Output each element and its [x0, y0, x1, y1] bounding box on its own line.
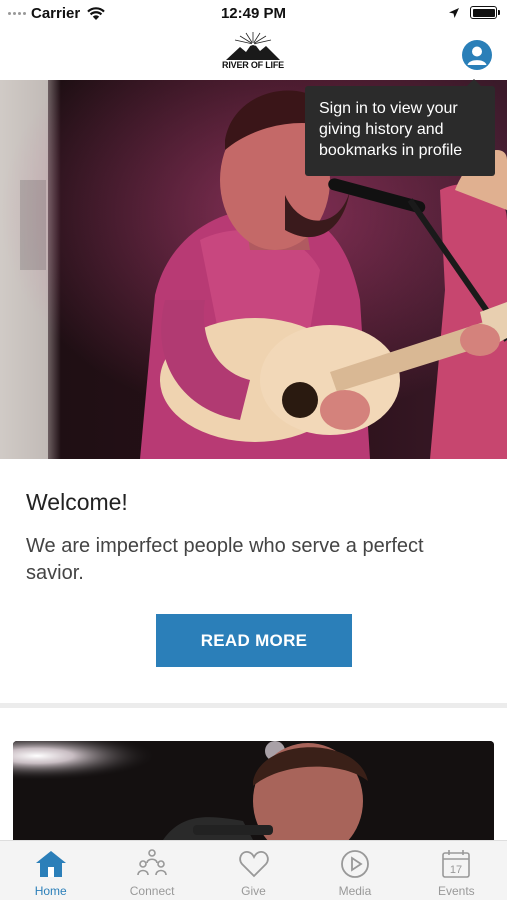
app-header: RIVER OF LIFE [0, 28, 507, 80]
tab-label: Media [338, 884, 372, 898]
calendar-icon: 17 [442, 850, 471, 878]
battery-icon [470, 6, 500, 19]
user-icon [467, 46, 487, 65]
church-logo[interactable]: RIVER OF LIFE [222, 30, 284, 74]
status-bar: Carrier 12:49 PM [0, 0, 507, 28]
location-arrow-icon [449, 7, 459, 18]
tab-label: Events [437, 884, 475, 898]
mountain-logo-icon [226, 32, 280, 60]
logo-text: RIVER OF LIFE [222, 60, 284, 70]
tab-label: Home [34, 884, 67, 898]
people-icon [137, 849, 167, 876]
tab-bar: Home Connect Give Media 17 Events [0, 840, 507, 900]
tab-home[interactable]: Home [0, 841, 101, 900]
home-icon [35, 851, 66, 877]
read-more-button[interactable]: READ MORE [156, 614, 352, 667]
profile-button[interactable] [462, 40, 492, 70]
play-icon [341, 850, 369, 878]
tab-media[interactable]: Media [304, 841, 405, 900]
status-time: 12:49 PM [220, 5, 287, 22]
tab-label: Connect [129, 884, 175, 898]
heart-icon [238, 851, 269, 878]
feed-section [0, 708, 507, 840]
welcome-card: Welcome! We are imperfect people who ser… [0, 459, 507, 703]
tab-connect[interactable]: Connect [101, 841, 202, 900]
singer-photo [13, 741, 494, 840]
sign-in-tooltip: Sign in to view your giving history and … [305, 79, 495, 176]
tab-give[interactable]: Give [203, 841, 304, 900]
calendar-day: 17 [450, 864, 462, 876]
welcome-text: We are imperfect people who serve a perf… [26, 535, 424, 584]
status-right [448, 6, 500, 19]
tab-label: Give [241, 884, 266, 898]
media-card[interactable] [13, 741, 494, 840]
tab-events[interactable]: 17 Events [406, 841, 507, 900]
welcome-title: Welcome! [26, 489, 128, 515]
